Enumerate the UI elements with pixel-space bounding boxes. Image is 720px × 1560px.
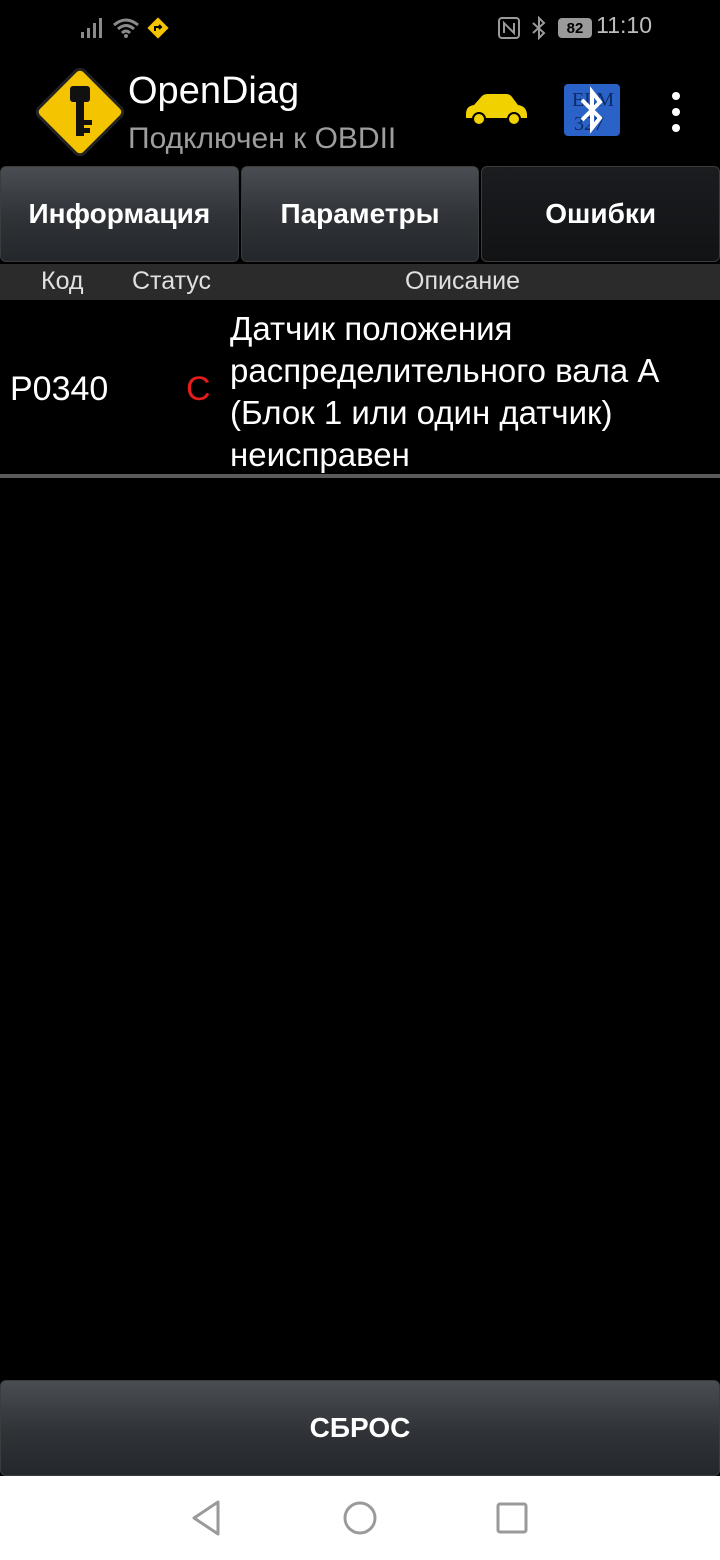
reset-button[interactable]: СБРОС <box>0 1380 720 1476</box>
status-time: 11:10 <box>596 12 652 38</box>
status-left-icons <box>80 14 170 42</box>
tab-information[interactable]: Информация <box>0 166 239 262</box>
recents-icon[interactable] <box>488 1494 536 1542</box>
column-header-status: Статус <box>132 267 212 295</box>
column-header-code: Код <box>41 267 84 295</box>
car-icon[interactable] <box>462 92 530 126</box>
battery-icon: 82 <box>558 18 592 38</box>
route-warning-icon <box>146 16 170 40</box>
tab-parameters[interactable]: Параметры <box>240 166 480 262</box>
dtc-status: C <box>186 370 211 408</box>
navigation-bar <box>0 1476 720 1560</box>
dtc-code: P0340 <box>10 370 109 408</box>
elm327-bluetooth-icon[interactable]: ELM 327 <box>564 84 620 136</box>
signal-icon <box>81 18 102 38</box>
nfc-icon <box>498 17 520 39</box>
column-header-description: Описание <box>405 267 521 295</box>
bluetooth-icon <box>532 16 546 40</box>
table-row[interactable]: P0340 C Датчик положения распределительн… <box>0 302 720 474</box>
wifi-icon <box>113 18 139 38</box>
status-right-icons: 82 <box>498 14 592 42</box>
dtc-description: Датчик положения распределительного вала… <box>230 310 658 473</box>
home-icon[interactable] <box>336 1494 384 1542</box>
table-header: Код Статус Описание <box>0 264 720 300</box>
app-title: OpenDiag <box>128 70 300 112</box>
connection-status: Подключен к OBDII <box>128 122 397 155</box>
app-logo-icon <box>35 67 125 157</box>
more-vert-icon[interactable] <box>660 90 692 134</box>
back-icon[interactable] <box>182 1494 230 1542</box>
app-bar: OpenDiag Подключен к OBDII ELM 327 <box>0 56 720 166</box>
status-bar: 82 11:10 <box>0 0 720 56</box>
tab-bar: Информация Параметры Ошибки <box>0 166 720 262</box>
tab-errors[interactable]: Ошибки <box>481 166 720 262</box>
row-divider <box>0 474 720 478</box>
